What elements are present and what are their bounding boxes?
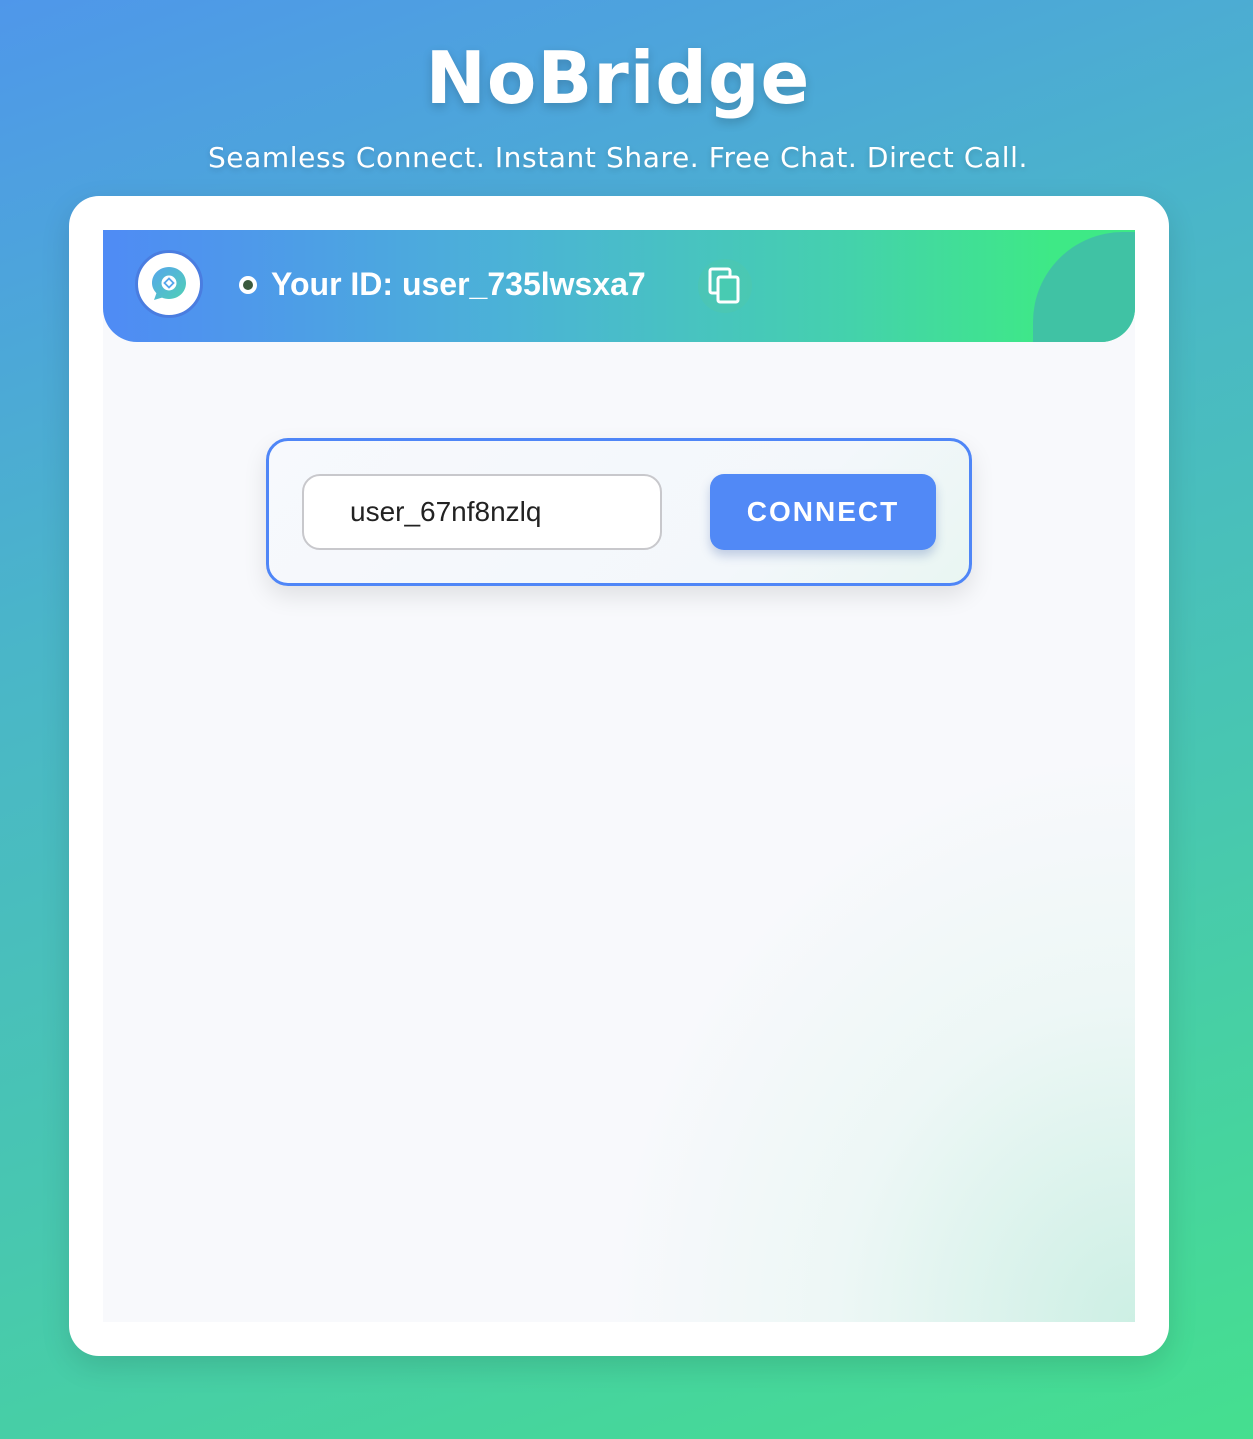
your-id-label: Your ID: user_735lwsxa7 [271,266,646,302]
connect-button[interactable]: CONNECT [710,474,936,550]
copy-icon [708,267,740,304]
peer-id-input[interactable] [302,474,662,550]
app-title: NoBridge [425,36,811,120]
user-header-bar: Your ID: user_735lwsxa7 [103,230,1135,342]
chat-bubble-icon [152,267,186,300]
copy-id-button[interactable] [698,259,752,313]
connect-panel: CONNECT [266,438,972,586]
main-card: Your ID: user_735lwsxa7 CONNECT [69,196,1169,1356]
header-decoration [1033,232,1135,342]
avatar[interactable] [135,250,203,318]
online-status-indicator [239,276,257,294]
card-content: Your ID: user_735lwsxa7 CONNECT [103,230,1135,1322]
app-subtitle: Seamless Connect. Instant Share. Free Ch… [207,141,1029,174]
